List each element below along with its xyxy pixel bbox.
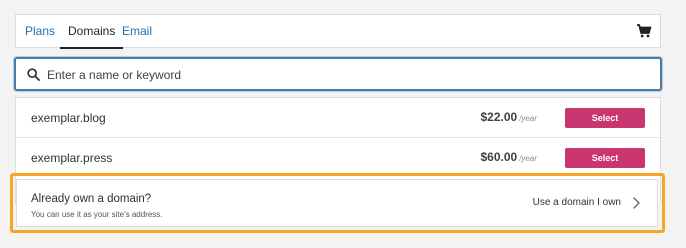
use-own-domain-card[interactable]: Already own a domain? You can use it as … bbox=[16, 179, 658, 227]
tab-domains[interactable]: Domains bbox=[59, 15, 124, 49]
price-amount: $60.00 bbox=[480, 150, 518, 164]
select-button[interactable]: Select bbox=[565, 108, 645, 128]
domain-name: exemplar.blog bbox=[31, 111, 106, 125]
select-button[interactable]: Select bbox=[565, 148, 645, 168]
own-domain-title: Already own a domain? bbox=[31, 193, 152, 205]
domain-price: $60.00/year bbox=[481, 150, 538, 164]
domain-result-row: exemplar.blog $22.00/year Select bbox=[16, 98, 660, 138]
domain-result-row: exemplar.press $60.00/year Select bbox=[16, 138, 660, 178]
domain-name: exemplar.press bbox=[31, 151, 113, 165]
domain-price: $22.00/year bbox=[481, 110, 538, 124]
search-input[interactable] bbox=[47, 63, 647, 87]
section-nav: Plans Domains Email bbox=[15, 14, 661, 49]
price-period: /year bbox=[519, 154, 537, 163]
use-own-domain-link[interactable]: Use a domain I own bbox=[533, 197, 621, 208]
price-amount: $22.00 bbox=[480, 110, 518, 124]
domain-search bbox=[14, 57, 662, 91]
tab-email[interactable]: Email bbox=[122, 15, 152, 48]
search-icon bbox=[27, 68, 40, 81]
chevron-right-icon bbox=[633, 197, 640, 209]
own-domain-highlight: Already own a domain? You can use it as … bbox=[10, 173, 665, 233]
shopping-cart-icon[interactable] bbox=[636, 23, 652, 39]
price-period: /year bbox=[519, 114, 537, 123]
tab-plans[interactable]: Plans bbox=[25, 15, 55, 48]
own-domain-subtitle: You can use it as your site's address. bbox=[31, 210, 163, 219]
